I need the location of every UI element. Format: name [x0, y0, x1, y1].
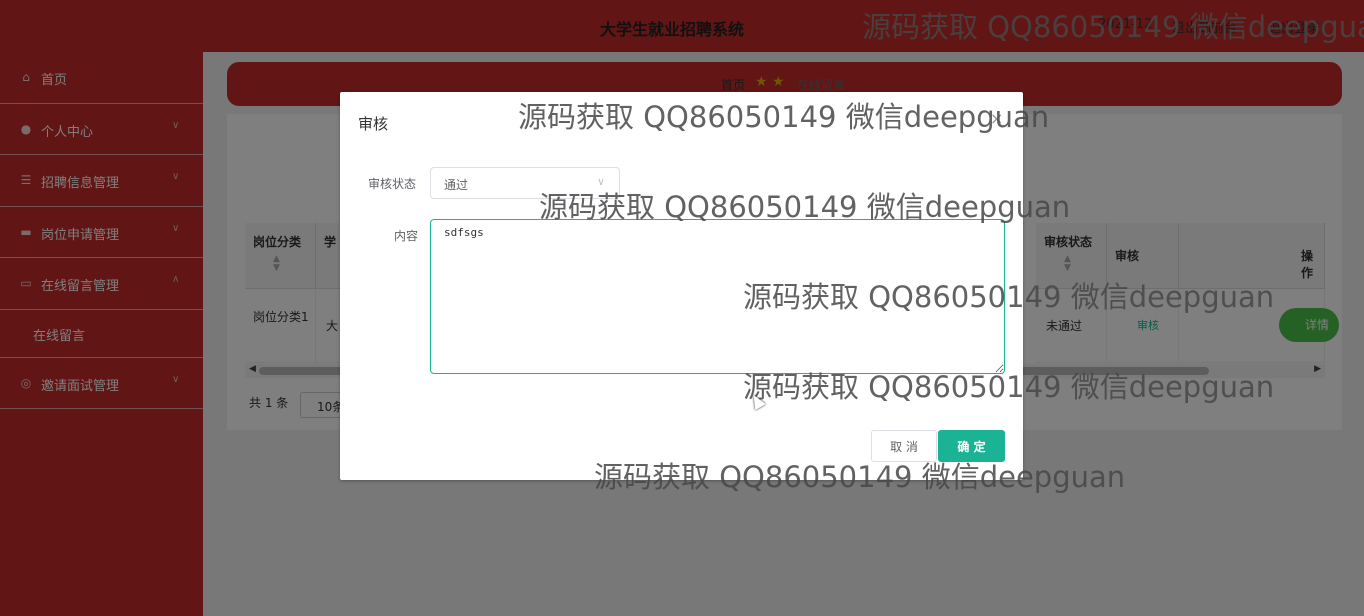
audit-dialog: 审核 × 审核状态 通过 ∨ 内容 sdfsgs 取 消 确 定 [340, 92, 1023, 480]
cancel-button[interactable]: 取 消 [871, 430, 937, 462]
close-icon[interactable]: × [990, 109, 1003, 128]
content-label: 内容 [394, 229, 419, 243]
status-select[interactable]: 通过 ∨ [430, 167, 620, 199]
status-select-value: 通过 [444, 178, 469, 192]
content-textarea[interactable]: sdfsgs [430, 219, 1005, 374]
status-label: 审核状态 [368, 177, 417, 191]
chevron-down-icon: ∨ [597, 175, 606, 188]
confirm-button[interactable]: 确 定 [938, 430, 1005, 462]
dialog-title: 审核 [358, 115, 389, 133]
